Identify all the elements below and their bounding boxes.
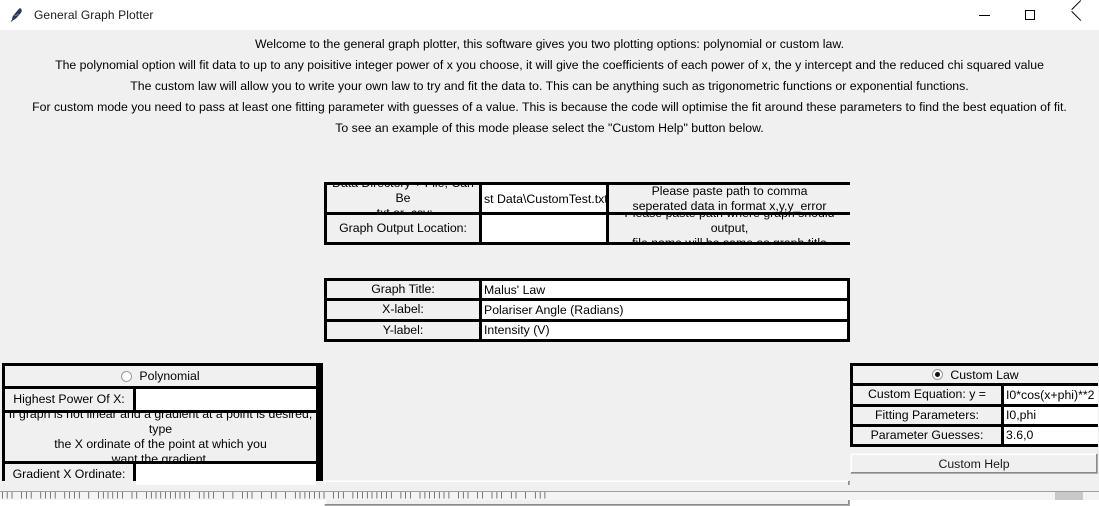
highest-power-label: Highest Power Of X:	[5, 389, 133, 410]
background-terminal-text: ||| ||| |||| |||| | |||||| || ||||||||||…	[0, 492, 1099, 500]
file-paths-table: Data Directory + File, Can Be .txt or .c…	[324, 182, 850, 245]
data-directory-hint-line1: Please paste path to comma	[651, 185, 808, 198]
data-directory-hint: Please paste path to comma seperated dat…	[609, 185, 850, 212]
y-label-label: Y-label:	[327, 321, 479, 339]
welcome-line-5: To see an example of this mode please se…	[335, 121, 764, 135]
close-icon	[1071, 10, 1082, 21]
gradient-note-line3: want the gradient.	[111, 452, 210, 461]
custom-help-button[interactable]: Custom Help	[850, 453, 1098, 474]
application-window: General Graph Plotter Welcome to the gen…	[0, 0, 1099, 506]
custom-equation-input[interactable]: I0*cos(x+phi)**2	[1004, 386, 1098, 404]
custom-law-radio-label: Custom Law	[950, 367, 1019, 382]
window-controls	[961, 0, 1099, 30]
graph-output-hint-line1: Please paste path where graph should out…	[625, 215, 835, 235]
graph-title-label: Graph Title:	[327, 281, 479, 299]
welcome-line-4: For custom mode you need to pass at leas…	[32, 100, 1067, 114]
maximize-icon	[1025, 10, 1035, 20]
polynomial-radio-row[interactable]: Polynomial	[5, 366, 316, 386]
minimize-button[interactable]	[961, 0, 1007, 30]
x-label-input[interactable]: Polariser Angle (Radians)	[482, 301, 847, 319]
custom-law-radio-row[interactable]: Custom Law	[853, 366, 1098, 384]
gradient-x-ordinate-label: Gradient X Ordinate:	[5, 464, 133, 485]
parameter-guesses-label: Parameter Guesses:	[853, 426, 1001, 444]
window-title: General Graph Plotter	[34, 8, 154, 22]
background-scrollbar-thumb[interactable]	[1055, 492, 1083, 500]
graph-output-location-hint: Please paste path where graph should out…	[609, 215, 850, 242]
data-directory-label: Data Directory + File, Can Be .txt or .c…	[327, 185, 479, 212]
fitting-parameters-label: Fitting Parameters:	[853, 406, 1001, 424]
y-label-input[interactable]: Intensity (V)	[482, 321, 847, 339]
welcome-line-1: Welcome to the general graph plotter, th…	[255, 37, 844, 51]
data-directory-label-line1: Data Directory + File, Can Be	[332, 185, 474, 205]
client-area: Welcome to the general graph plotter, th…	[0, 30, 1099, 506]
gradient-note: If graph is not linear and a gradient at…	[5, 413, 316, 461]
graph-output-hint-line2: file name will be same as graph title	[632, 236, 827, 242]
polynomial-radio-icon[interactable]	[121, 370, 133, 382]
polynomial-panel: Polynomial Highest Power Of X: If graph …	[2, 363, 323, 485]
title-bar: General Graph Plotter	[0, 0, 1099, 31]
gradient-note-line1: If graph is not linear and a gradient at…	[8, 413, 313, 436]
minimize-icon	[978, 14, 990, 16]
welcome-line-2: The polynomial option will fit data to u…	[55, 58, 1044, 72]
x-label-label: X-label:	[327, 301, 479, 319]
data-directory-hint-line2: seperated data in format x,y,y_error	[632, 198, 827, 213]
graph-output-location-label: Graph Output Location:	[327, 215, 479, 242]
custom-law-radio-icon[interactable]	[932, 369, 944, 381]
close-button[interactable]	[1053, 0, 1099, 30]
gradient-note-line2: the X ordinate of the point at which you	[54, 437, 267, 451]
parameter-guesses-input[interactable]: 3.6,0	[1004, 426, 1098, 444]
python-feather-icon	[9, 7, 25, 23]
graph-labels-table: Graph Title: Malus' Law X-label: Polaris…	[324, 278, 850, 342]
data-directory-label-line2: .txt or .csv:	[373, 206, 432, 212]
gradient-x-ordinate-input[interactable]	[136, 464, 316, 485]
graph-title-input[interactable]: Malus' Law	[482, 281, 847, 299]
data-directory-input[interactable]: st Data\CustomTest.txt	[482, 185, 606, 212]
custom-law-panel: Custom Law Custom Equation: y = I0*cos(x…	[850, 363, 1098, 447]
background-window-sliver[interactable]: ||| ||| |||| |||| | |||||| || ||||||||||…	[0, 485, 1099, 500]
fitting-parameters-input[interactable]: I0,phi	[1004, 406, 1098, 424]
maximize-button[interactable]	[1007, 0, 1053, 30]
welcome-line-3: The custom law will allow you to write y…	[130, 79, 969, 93]
polynomial-radio-label: Polynomial	[139, 369, 200, 383]
custom-equation-label: Custom Equation: y =	[853, 386, 1001, 404]
graph-output-location-input[interactable]	[482, 215, 606, 242]
highest-power-input[interactable]	[136, 389, 316, 410]
welcome-text-block: Welcome to the general graph plotter, th…	[0, 34, 1099, 139]
